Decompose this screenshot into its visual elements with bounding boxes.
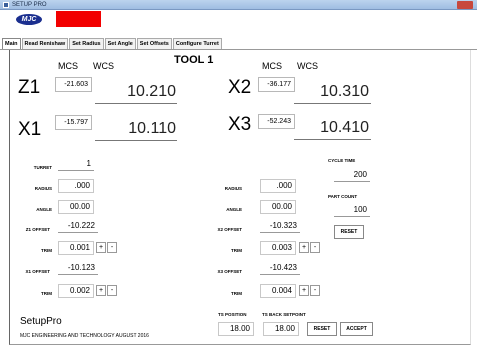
trim-z1-plus-button[interactable]: + (96, 242, 106, 253)
tab-set-radius[interactable]: Set Radius (69, 38, 104, 49)
radius-field-left[interactable]: .000 (58, 179, 94, 193)
axis-label-x3: X3 (228, 114, 252, 135)
tool-title: TOOL 1 (174, 54, 214, 66)
trim-field-x2[interactable]: 0.003 (260, 241, 296, 255)
turret-field[interactable]: 1 (58, 158, 94, 171)
x3-offset-field[interactable]: -10.423 (260, 262, 300, 275)
z1-offset-field[interactable]: -10.222 (58, 220, 98, 233)
ts-back-setpoint-label: TS BACK SETPOINT (262, 312, 306, 317)
app-name: SetupPro (20, 316, 62, 327)
turret-label: TURRET (33, 165, 52, 170)
cycle-time-field[interactable]: 200 (334, 169, 370, 182)
part-count-label: PART COUNT (328, 194, 358, 199)
x3-wcs-underline (294, 139, 371, 140)
trim-label-x2: TRIM (231, 248, 242, 253)
radius-field-right[interactable]: .000 (260, 179, 296, 193)
x1-mcs-value: -15.797 (55, 115, 92, 130)
tab-read-renishaw[interactable]: Read Renishaw (21, 38, 69, 49)
close-window-button[interactable] (457, 1, 473, 9)
x1-wcs-value: 10.110 (128, 120, 176, 137)
trim-x1-minus-button[interactable]: - (107, 285, 117, 296)
tab-main[interactable]: Main (2, 38, 21, 49)
cycle-reset-button[interactable]: RESET (334, 225, 364, 239)
company-logo: MJC (16, 14, 42, 25)
x2-wcs-underline (294, 103, 371, 104)
ts-reset-button[interactable]: RESET (307, 322, 337, 336)
x1-offset-label: X1 OFFSET (25, 269, 50, 274)
axis-label-z1: Z1 (18, 77, 41, 98)
brand-bar: MJC (0, 11, 477, 38)
axis-label-x1: X1 (18, 119, 42, 140)
radius-label-left: RADIUS (34, 186, 52, 191)
angle-label-left: ANGLE (36, 207, 52, 212)
ts-back-setpoint-field[interactable]: 18.00 (263, 322, 299, 336)
trim-label-z1: TRIM (41, 248, 52, 253)
trim-field-x1[interactable]: 0.002 (58, 284, 94, 298)
status-indicator (56, 11, 101, 27)
z1-mcs-value: -21.603 (55, 77, 92, 92)
x1-offset-field[interactable]: -10.123 (58, 262, 98, 275)
window-title: SETUP PRO (12, 2, 47, 8)
z1-offset-label: Z1 OFFSET (25, 227, 50, 232)
cycle-time-label: CYCLE TIME (328, 158, 356, 163)
trim-x3-minus-button[interactable]: - (310, 285, 320, 296)
trim-x2-plus-button[interactable]: + (299, 242, 309, 253)
tab-set-angle[interactable]: Set Angle (104, 38, 136, 49)
tab-bar: Main Read Renishaw Set Radius Set Angle … (2, 38, 223, 49)
ts-position-field[interactable]: 18.00 (218, 322, 254, 336)
x1-wcs-underline (95, 140, 177, 141)
mcs-header-left: MCS (58, 61, 78, 71)
mcs-header-right: MCS (262, 61, 282, 71)
trim-x2-minus-button[interactable]: - (310, 242, 320, 253)
trim-field-x3[interactable]: 0.004 (260, 284, 296, 298)
tab-set-offsets[interactable]: Set Offsets (136, 38, 172, 49)
window-titlebar: SETUP PRO (0, 0, 477, 10)
x2-wcs-value: 10.310 (320, 83, 369, 100)
angle-label-right: ANGLE (226, 207, 242, 212)
x3-offset-label: X3 OFFSET (217, 269, 242, 274)
z1-wcs-value: 10.210 (127, 83, 176, 100)
trim-label-x3: TRIM (231, 291, 242, 296)
wcs-header-left: WCS (93, 61, 114, 71)
axis-label-x2: X2 (228, 77, 252, 98)
z1-wcs-underline (95, 103, 177, 104)
x2-mcs-value: -36.177 (258, 77, 295, 92)
x2-offset-field[interactable]: -10.323 (260, 220, 300, 233)
radius-label-right: RADIUS (224, 186, 242, 191)
x2-offset-label: X2 OFFSET (217, 227, 242, 232)
trim-x3-plus-button[interactable]: + (299, 285, 309, 296)
trim-z1-minus-button[interactable]: - (107, 242, 117, 253)
trim-x1-plus-button[interactable]: + (96, 285, 106, 296)
tab-configure-turret[interactable]: Configure Turret (172, 38, 222, 49)
x3-wcs-value: 10.410 (320, 119, 369, 136)
part-count-field[interactable]: 100 (334, 204, 370, 217)
wcs-header-right: WCS (297, 61, 318, 71)
x3-mcs-value: -52.243 (258, 114, 295, 129)
angle-field-right[interactable]: 00.00 (260, 200, 296, 214)
ts-position-label: TS POSITION (218, 312, 247, 317)
trim-label-x1: TRIM (41, 291, 52, 296)
ts-accept-button[interactable]: ACCEPT (340, 322, 373, 336)
angle-field-left[interactable]: 00.00 (58, 200, 94, 214)
app-icon (3, 2, 9, 8)
company-credit: MJC ENGINEERING AND TECHNOLOGY AUGUST 20… (20, 333, 149, 339)
trim-field-z1[interactable]: 0.001 (58, 241, 94, 255)
